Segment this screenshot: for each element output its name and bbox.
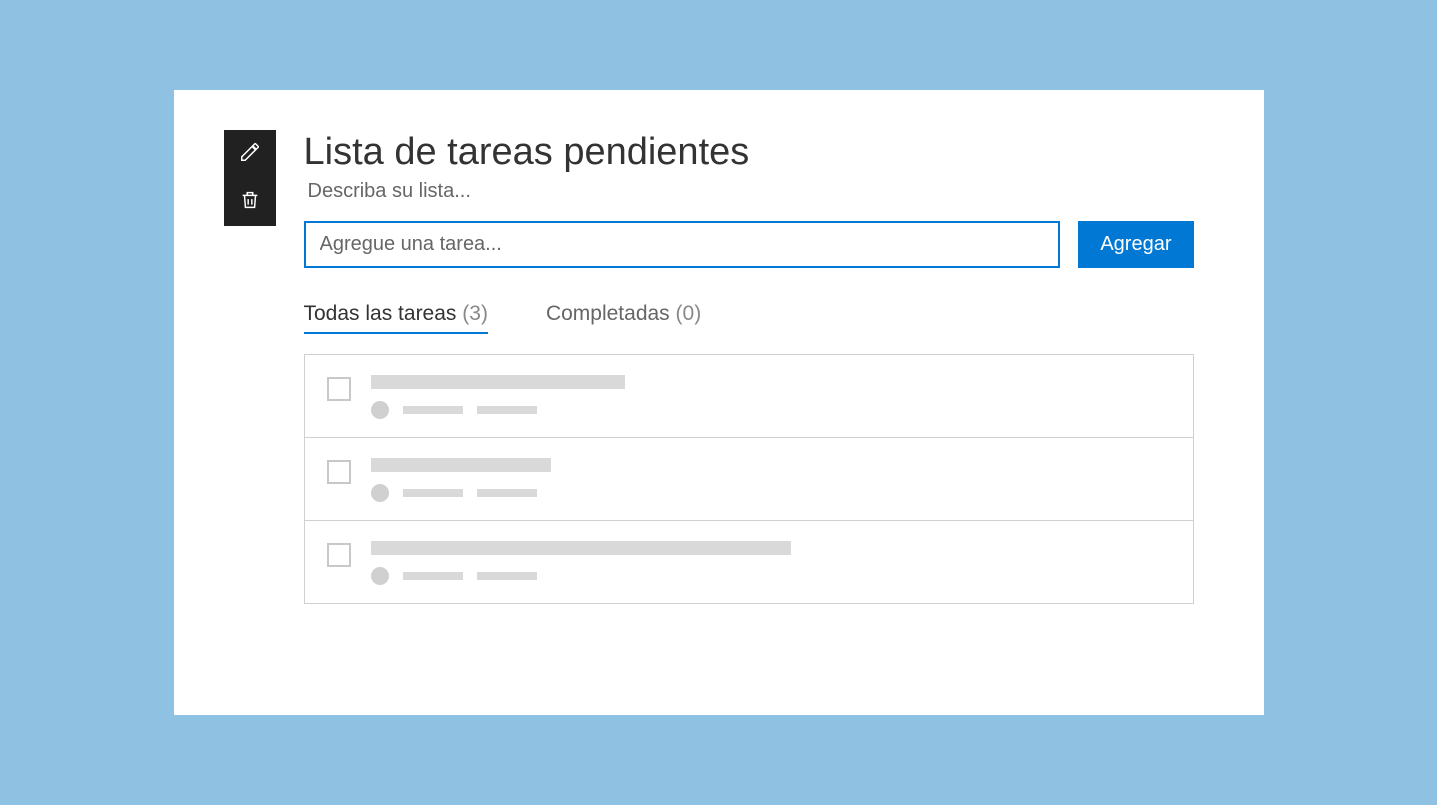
task-meta: [371, 401, 1171, 419]
meta-placeholder: [403, 489, 463, 497]
tab-label: Completadas: [546, 302, 670, 325]
todo-card: Lista de tareas pendientes Describa su l…: [174, 90, 1264, 715]
task-title-placeholder: [371, 458, 551, 472]
task-checkbox[interactable]: [327, 460, 351, 484]
pencil-icon: [239, 141, 261, 168]
task-body: [371, 375, 1171, 419]
task-checkbox[interactable]: [327, 543, 351, 567]
tab-all-tasks[interactable]: Todas las tareas (3): [304, 302, 488, 334]
tab-count: (3): [462, 302, 488, 325]
trash-icon: [239, 189, 261, 216]
task-row[interactable]: [305, 438, 1193, 521]
avatar-placeholder: [371, 484, 389, 502]
task-checkbox[interactable]: [327, 377, 351, 401]
avatar-placeholder: [371, 401, 389, 419]
task-row[interactable]: [305, 521, 1193, 603]
task-body: [371, 541, 1171, 585]
meta-placeholder: [403, 572, 463, 580]
avatar-placeholder: [371, 567, 389, 585]
main-column: Lista de tareas pendientes Describa su l…: [304, 130, 1194, 604]
list-description[interactable]: Describa su lista...: [304, 180, 1194, 203]
task-title-placeholder: [371, 375, 625, 389]
page-title: Lista de tareas pendientes: [304, 130, 1194, 176]
tabs: Todas las tareas (3) Completadas (0): [304, 302, 1194, 334]
meta-placeholder: [477, 572, 537, 580]
meta-placeholder: [403, 406, 463, 414]
tab-label: Todas las tareas: [304, 302, 457, 325]
meta-placeholder: [477, 406, 537, 414]
add-button[interactable]: Agregar: [1078, 221, 1193, 268]
meta-placeholder: [477, 489, 537, 497]
add-task-row: Agregar: [304, 221, 1194, 268]
edit-button[interactable]: [224, 130, 276, 178]
tab-completed[interactable]: Completadas (0): [546, 302, 701, 334]
task-title-placeholder: [371, 541, 791, 555]
task-meta: [371, 567, 1171, 585]
task-input[interactable]: [304, 221, 1061, 268]
icon-toolbar: [224, 130, 276, 226]
task-body: [371, 458, 1171, 502]
task-list: [304, 354, 1194, 604]
delete-button[interactable]: [224, 178, 276, 226]
header-row: Lista de tareas pendientes Describa su l…: [224, 130, 1194, 604]
task-meta: [371, 484, 1171, 502]
task-row[interactable]: [305, 355, 1193, 438]
tab-count: (0): [676, 302, 702, 325]
